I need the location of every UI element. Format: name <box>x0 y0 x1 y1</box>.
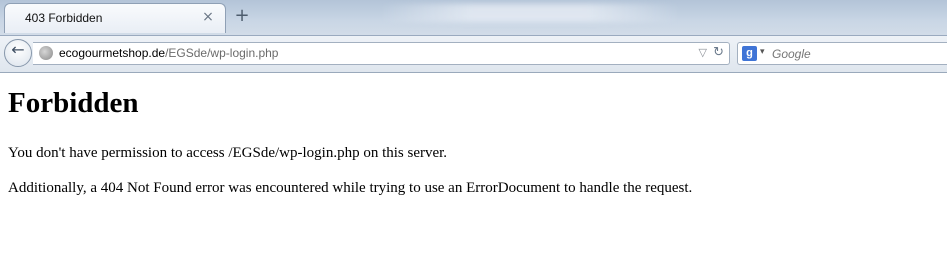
tab-active[interactable]: 403 Forbidden × <box>4 3 226 33</box>
url-text[interactable]: ecogourmetshop.de/EGSde/wp-login.php <box>59 46 278 60</box>
dropmarker-icon[interactable]: ▽ <box>699 46 707 59</box>
page-content: Forbidden You don't have permission to a… <box>8 86 938 197</box>
url-bar[interactable]: ecogourmetshop.de/EGSde/wp-login.php ▽ ↻ <box>33 42 730 65</box>
url-path: /EGSde/wp-login.php <box>165 46 279 60</box>
back-arrow-icon: ← <box>11 40 25 59</box>
back-button[interactable]: ← <box>4 39 32 67</box>
tab-strip: 403 Forbidden × + <box>0 0 947 35</box>
error-message: You don't have permission to access /EGS… <box>8 145 448 161</box>
globe-icon[interactable] <box>39 46 53 60</box>
reload-icon[interactable]: ↻ <box>713 45 724 60</box>
navigation-toolbar: ecogourmetshop.de/EGSde/wp-login.php ▽ ↻… <box>0 35 947 73</box>
search-engine-dropdown-icon[interactable]: ▾ <box>760 47 765 57</box>
plus-icon[interactable]: + <box>232 6 252 26</box>
error-detail: Additionally, a 404 Not Found error was … <box>8 180 693 196</box>
google-icon[interactable]: g <box>742 46 757 61</box>
search-input[interactable] <box>772 44 942 63</box>
close-icon[interactable]: × <box>201 10 215 24</box>
page-heading: Forbidden <box>8 87 139 119</box>
background-tab-blur <box>380 4 680 22</box>
search-bar[interactable]: g ▾ <box>737 42 947 65</box>
tab-title: 403 Forbidden <box>25 11 103 25</box>
url-host: ecogourmetshop.de <box>59 46 166 60</box>
